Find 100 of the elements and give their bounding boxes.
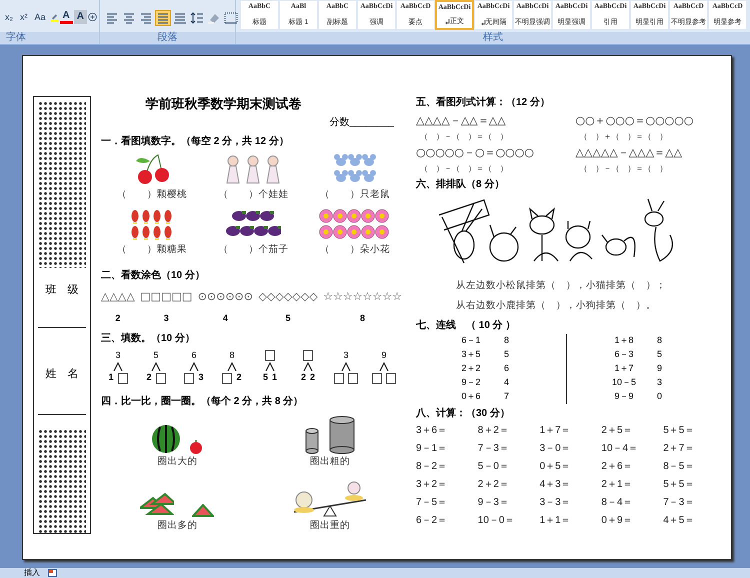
- picture-caption: 圈出重的: [310, 519, 350, 533]
- number: 3: [657, 376, 662, 390]
- answer-box[interactable]: [303, 350, 313, 361]
- calculation: 6－2＝: [416, 514, 448, 528]
- calculation: 9－3＝: [478, 496, 510, 510]
- calculation: 4＋3＝: [540, 478, 572, 492]
- insert-mode-indicator[interactable]: 插入: [24, 568, 40, 578]
- calculation: 0＋5＝: [540, 460, 572, 474]
- branch-icon: [341, 362, 351, 371]
- calculation: 2＋1＝: [601, 478, 634, 492]
- number: 3: [343, 348, 348, 362]
- number: 5: [153, 348, 158, 362]
- section-heading: 一．看图填数字。（每空 2 分，共 12 分）: [101, 135, 290, 148]
- number: 0: [657, 390, 662, 404]
- expression: 3＋5: [460, 348, 482, 362]
- calculation: 8－2＝: [416, 460, 448, 474]
- section-heading: 二、看数涂色（10 分）: [101, 269, 206, 282]
- shape-row: □□□□□: [140, 290, 192, 304]
- fill-in-caption: （ ）颗樱桃: [116, 188, 187, 202]
- answer-box[interactable]: [118, 372, 128, 384]
- group-label: 字体: [0, 32, 99, 44]
- format-button[interactable]: Aa: [32, 10, 49, 24]
- shape-row: ◇◇◇◇◇◇◇: [258, 290, 318, 304]
- picture-caption: 圈出粗的: [310, 455, 350, 469]
- number: 4: [504, 376, 510, 390]
- expression: 6－1: [460, 334, 482, 348]
- number: 2: [300, 371, 306, 384]
- number: 6: [504, 362, 510, 376]
- expression: 10－5: [610, 376, 638, 390]
- expression: 9－9: [613, 390, 634, 404]
- character-shading-button[interactable]: A: [74, 10, 87, 24]
- shape-equation: ○○○○○－○＝○○○○: [416, 145, 535, 161]
- number: 9: [657, 362, 662, 376]
- picture-caption: 圈出大的: [157, 455, 198, 469]
- macro-record-icon[interactable]: [48, 569, 57, 577]
- calculation: 10－0＝: [478, 514, 516, 528]
- cylinder-icon: [304, 428, 319, 454]
- fill-in-caption: （ ）个娃娃: [218, 188, 288, 202]
- answer-box[interactable]: [184, 372, 194, 384]
- shape-row: ☆☆☆☆☆☆☆☆: [323, 290, 402, 304]
- number: 2: [146, 371, 152, 384]
- count-number: 2: [115, 312, 120, 324]
- watermelon-icon: [151, 424, 182, 454]
- enclose-character-icon[interactable]: [88, 10, 97, 24]
- expression: 0＋6: [460, 390, 482, 404]
- calculation: 7－3＝: [663, 496, 696, 510]
- blank-equation: （ ）－（ ）＝（ ）: [419, 131, 509, 143]
- expression: 9－2: [460, 376, 482, 390]
- number: 8: [657, 334, 662, 348]
- apple-icon: [189, 440, 204, 454]
- calculation: 3＋6＝: [416, 424, 448, 438]
- answer-box[interactable]: [265, 350, 275, 361]
- calculation: 7－3＝: [478, 442, 510, 456]
- shape-row: ⊙⊙⊙⊙⊙⊙: [198, 290, 253, 304]
- format-button[interactable]: x₂: [2, 10, 16, 24]
- blank-equation: （ ）－（ ）＝（ ）: [578, 163, 668, 175]
- calculation: 5＋5＝: [663, 478, 696, 492]
- branch-icon: [113, 362, 123, 371]
- number: 7: [504, 390, 510, 404]
- number: 2: [310, 371, 316, 384]
- branch-icon: [303, 362, 313, 371]
- answer-box[interactable]: [348, 372, 358, 384]
- calculation: 2＋2＝: [478, 478, 510, 492]
- fill-in-caption: （ ）只老鼠: [320, 188, 390, 202]
- answer-box[interactable]: [386, 372, 396, 384]
- count-number: 5: [286, 312, 291, 324]
- shape-equation: ○○＋○○○＝○○○○○: [576, 113, 694, 129]
- borders-button[interactable]: [223, 10, 239, 26]
- line-spacing-button[interactable]: [189, 10, 205, 26]
- number: 5: [262, 371, 268, 384]
- count-number: 8: [360, 312, 366, 324]
- blank-equation: （ ）＋（ ）＝（ ）: [578, 131, 668, 143]
- section-heading: 三、填数。（10 分）: [101, 332, 196, 345]
- calculation: 0＋9＝: [601, 514, 634, 528]
- branch-icon: [265, 362, 275, 371]
- answer-box[interactable]: [372, 372, 382, 384]
- number: 3: [115, 348, 120, 362]
- calculation: 9－1＝: [416, 442, 448, 456]
- number: 5: [504, 348, 510, 362]
- calculation: 7－5＝: [416, 496, 448, 510]
- answer-box[interactable]: [222, 372, 232, 384]
- number: 9: [381, 348, 386, 362]
- branch-icon: [227, 362, 237, 371]
- calculation: 2＋5＝: [601, 424, 634, 438]
- group-label: 段落: [100, 32, 235, 44]
- score-line: 分数________: [330, 116, 395, 129]
- section-heading: 六、排排队（8 分）: [416, 178, 506, 191]
- format-button[interactable]: x²: [17, 10, 30, 24]
- number: 6: [191, 348, 196, 362]
- section-heading: 五、看图列式计算：（12 分）: [416, 96, 551, 109]
- number: 5: [657, 348, 662, 362]
- calculation: 10－4＝: [601, 442, 640, 456]
- shape-equation: △△△△△－△△△＝△△: [576, 145, 684, 161]
- calculation: 2＋6＝: [601, 460, 634, 474]
- cylinder-icon: [328, 416, 355, 454]
- answer-box[interactable]: [334, 372, 344, 384]
- justify-button[interactable]: [155, 10, 171, 26]
- answer-box[interactable]: [156, 372, 166, 384]
- section-heading: 七、连线 （ 10 分 ）: [416, 319, 516, 332]
- number: 8: [504, 334, 510, 348]
